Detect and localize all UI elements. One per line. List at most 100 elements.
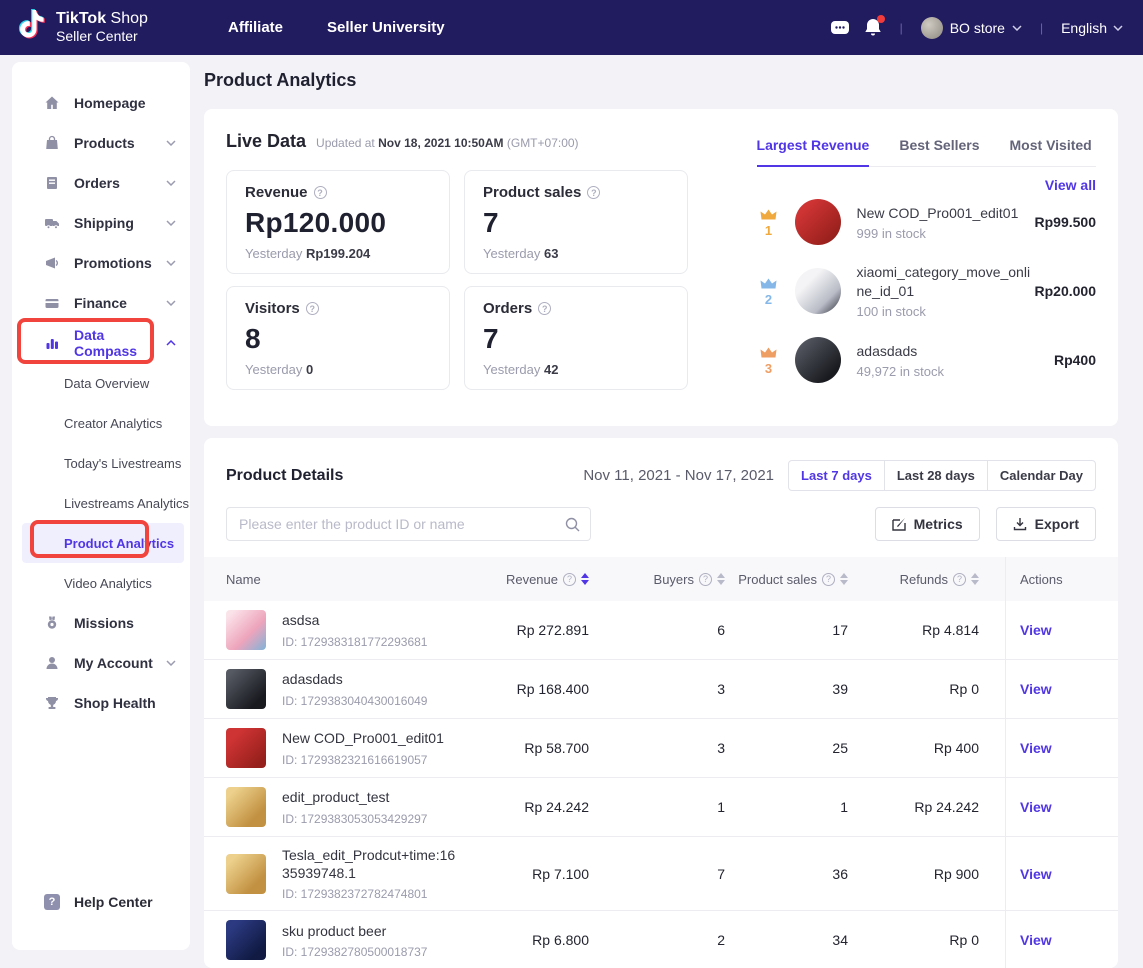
table-row: edit_product_test ID: 172938305305342929… [204, 778, 1118, 837]
range-button-last-28-days[interactable]: Last 28 days [884, 460, 988, 491]
search-icon [565, 517, 580, 532]
refunds-cell: Rp 400 [848, 740, 1005, 756]
sidebar-subitem-video-analytics[interactable]: Video Analytics [12, 563, 190, 603]
sidebar-item-my-account[interactable]: My Account [12, 643, 190, 683]
sidebar-item-homepage[interactable]: Homepage [12, 83, 190, 123]
tab-most-visited[interactable]: Most Visited [1010, 137, 1092, 166]
sidebar-subitem-livestreams-analytics[interactable]: Livestreams Analytics [12, 483, 190, 523]
stat-card-orders: Orders 7 Yesterday 42 [464, 286, 688, 390]
rank-item[interactable]: 2 xiaomi_category_move_online_id_01 100 … [757, 263, 1096, 319]
product-search-input[interactable] [239, 516, 565, 532]
product-details-card: Product Details Nov 11, 2021 - Nov 17, 2… [204, 438, 1118, 968]
column-header-buyers[interactable]: Buyers [589, 572, 725, 587]
help-circle-icon [822, 573, 835, 586]
help-circle-icon [953, 573, 966, 586]
table-row: adasdads ID: 1729383040430016049 Rp 168.… [204, 660, 1118, 719]
help-circle-icon[interactable] [587, 186, 600, 199]
live-data-title: Live Data [226, 131, 306, 152]
sidebar-item-orders[interactable]: Orders [12, 163, 190, 203]
orders-value: 7 [483, 323, 669, 355]
sidebar-subitem-product-analytics[interactable]: Product Analytics [22, 523, 184, 563]
refunds-cell: Rp 24.242 [848, 799, 1005, 815]
store-menu[interactable]: BO store [921, 17, 1022, 39]
view-link[interactable]: View [1020, 799, 1052, 815]
help-circle-icon[interactable] [538, 302, 551, 315]
help-center-link[interactable]: Help Center [12, 884, 190, 920]
home-icon [44, 95, 60, 111]
sidebar-item-products[interactable]: Products [12, 123, 190, 163]
revenue-cell: Rp 6.800 [469, 932, 589, 948]
nav-link-affiliate[interactable]: Affiliate [228, 19, 283, 36]
view-link[interactable]: View [1020, 740, 1052, 756]
sort-icon [717, 573, 725, 585]
revenue-cell: Rp 58.700 [469, 740, 589, 756]
stat-card-revenue: Revenue Rp120.000 Yesterday Rp199.204 [226, 170, 450, 274]
visitors-value: 8 [245, 323, 431, 355]
view-link[interactable]: View [1020, 932, 1052, 948]
range-button-last-7-days[interactable]: Last 7 days [788, 460, 885, 491]
sidebar-item-finance[interactable]: Finance [12, 283, 190, 323]
column-header-refunds[interactable]: Refunds [848, 572, 1005, 587]
nav-link-seller-university[interactable]: Seller University [327, 19, 445, 36]
sidebar-item-data-compass[interactable]: Data Compass [12, 323, 190, 363]
column-header-product-sales[interactable]: Product sales [725, 572, 848, 587]
product-image [226, 610, 266, 650]
notification-dot [877, 15, 885, 23]
sidebar-item-shop-health[interactable]: Shop Health [12, 683, 190, 723]
buyers-cell: 1 [589, 799, 725, 815]
sidebar-subitem-creator-analytics[interactable]: Creator Analytics [12, 403, 190, 443]
table-row: New COD_Pro001_edit01 ID: 17293823216166… [204, 719, 1118, 778]
tab-largest-revenue[interactable]: Largest Revenue [757, 137, 870, 167]
brand-logo[interactable]: TikTok Shop Seller Center [0, 8, 212, 47]
tab-best-sellers[interactable]: Best Sellers [899, 137, 979, 166]
document-icon [44, 175, 60, 191]
sidebar-subitem-data-overview[interactable]: Data Overview [12, 363, 190, 403]
buyers-cell: 3 [589, 740, 725, 756]
language-selector[interactable]: English [1061, 20, 1123, 36]
chevron-down-icon [1012, 25, 1022, 31]
page-title: Product Analytics [204, 70, 1118, 91]
column-header-revenue[interactable]: Revenue [469, 572, 589, 587]
product-name: adasdads [282, 670, 427, 688]
table-row: asdsa ID: 1729383181772293681 Rp 272.891… [204, 601, 1118, 660]
help-circle-icon[interactable] [314, 186, 327, 199]
chevron-down-icon [166, 260, 176, 266]
product-name: xiaomi_category_move_online_id_01 [857, 264, 1031, 299]
view-link[interactable]: View [1020, 622, 1052, 638]
megaphone-icon [44, 255, 60, 271]
product-name: adasdads [857, 343, 918, 359]
table-row: sku product beer ID: 1729382780500018737… [204, 911, 1118, 968]
metrics-button[interactable]: Metrics [875, 507, 980, 541]
store-avatar [921, 17, 943, 39]
sidebar-subitem-todays-livestreams[interactable]: Today's Livestreams [12, 443, 190, 483]
tiktok-logo-icon [16, 8, 46, 47]
top-navbar: TikTok Shop Seller Center Affiliate Sell… [0, 0, 1143, 55]
product-stock: 999 in stock [857, 226, 1035, 241]
rank-item[interactable]: 1 New COD_Pro001_edit01 999 in stock Rp9… [757, 199, 1096, 245]
sidebar-item-promotions[interactable]: Promotions [12, 243, 190, 283]
chat-icon[interactable] [830, 19, 850, 37]
product-name: New COD_Pro001_edit01 [857, 205, 1019, 221]
product-id: ID: 1729382780500018737 [282, 945, 427, 959]
sidebar-item-missions[interactable]: Missions [12, 603, 190, 643]
view-all-link[interactable]: View all [757, 177, 1096, 193]
refunds-cell: Rp 900 [848, 866, 1005, 882]
export-button[interactable]: Export [996, 507, 1096, 541]
product-image [226, 787, 266, 827]
product-id: ID: 1729383181772293681 [282, 635, 427, 649]
rank-item[interactable]: 3 adasdads 49,972 in stock Rp400 [757, 337, 1096, 383]
range-button-calendar-day[interactable]: Calendar Day [987, 460, 1096, 491]
product-search-box[interactable] [226, 507, 591, 541]
chevron-down-icon [166, 220, 176, 226]
product-id: ID: 1729382321616619057 [282, 753, 444, 767]
product-name: edit_product_test [282, 788, 427, 806]
view-link[interactable]: View [1020, 681, 1052, 697]
notification-bell-icon[interactable] [864, 18, 882, 38]
stat-card-product-sales: Product sales 7 Yesterday 63 [464, 170, 688, 274]
help-circle-icon [563, 573, 576, 586]
view-link[interactable]: View [1020, 866, 1052, 882]
bag-icon [44, 135, 60, 151]
sidebar-item-shipping[interactable]: Shipping [12, 203, 190, 243]
help-circle-icon[interactable] [306, 302, 319, 315]
truck-icon [44, 215, 60, 231]
